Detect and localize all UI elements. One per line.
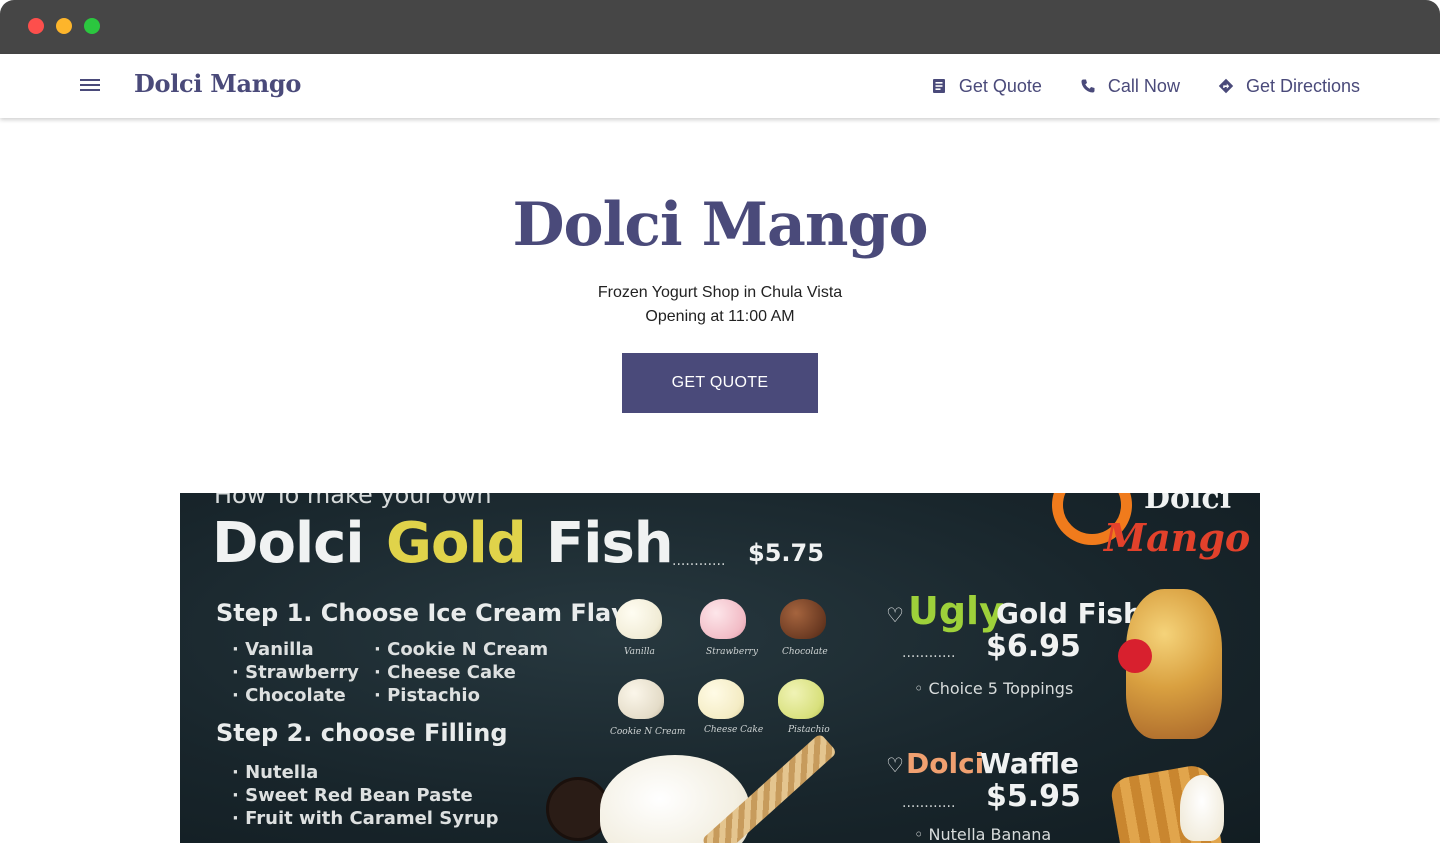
- banner-title-dolci: Dolci: [212, 511, 365, 576]
- phone-icon: [1081, 79, 1095, 93]
- menu-icon[interactable]: [80, 78, 100, 94]
- get-quote-button[interactable]: GET QUOTE: [622, 353, 818, 413]
- banner-dots: ............: [902, 795, 956, 811]
- call-now-label: Call Now: [1107, 75, 1180, 96]
- browser-chrome: [0, 0, 1440, 54]
- vanilla-scoop-image: [616, 599, 662, 639]
- top-navbar: Dolci Mango Get Quote Call Now Get Direc…: [0, 54, 1440, 118]
- banner-title-gold: Gold: [386, 511, 527, 576]
- get-quote-label: Get Quote: [958, 75, 1042, 96]
- minimize-window-dot[interactable]: [56, 18, 72, 34]
- banner-step2: Step 2. choose Filling: [216, 719, 508, 747]
- banner-ugly-rest: Gold Fish: [996, 597, 1143, 630]
- maximize-window-dot[interactable]: [84, 18, 100, 34]
- heart-icon: ♡: [886, 753, 904, 777]
- hero-title: Dolci Mango: [512, 190, 929, 260]
- strawberry-topping-image: [1118, 639, 1152, 673]
- flavor-item: · Pistachio: [374, 685, 480, 706]
- banner-ugly-word: Ugly: [908, 589, 1004, 633]
- brand-link[interactable]: Dolci Mango: [134, 69, 301, 98]
- banner-dots: ............: [672, 553, 726, 569]
- scoop-label: Cheese Cake: [704, 725, 764, 735]
- hero-subtitle: Frozen Yogurt Shop in Chula Vista: [597, 284, 843, 301]
- banner-step1: Step 1. Choose Ice Cream Flavor: [216, 599, 656, 627]
- strawberry-scoop-image: [700, 599, 746, 639]
- get-quote-link[interactable]: Get Quote: [931, 76, 1042, 97]
- cookie-n-cream-scoop-image: [618, 679, 664, 719]
- cheese-cake-scoop-image: [698, 679, 744, 719]
- call-now-link[interactable]: Call Now: [1080, 76, 1180, 97]
- banner-ugly-note: ◦ Choice 5 Toppings: [914, 679, 1074, 698]
- banner-title-fish: Fish: [546, 511, 674, 576]
- scoop-label: Vanilla: [624, 647, 655, 657]
- chocolate-scoop-image: [780, 599, 826, 639]
- logo-text-top: Dolci: [1144, 493, 1232, 516]
- close-window-dot[interactable]: [28, 18, 44, 34]
- flavor-item: · Vanilla: [232, 639, 314, 660]
- get-directions-link[interactable]: Get Directions: [1218, 76, 1360, 97]
- banner-price-waffle: $5.95: [986, 779, 1081, 814]
- banner-waffle-word: Dolci: [906, 747, 985, 780]
- flavor-item: · Strawberry: [232, 662, 359, 683]
- filling-item: · Sweet Red Bean Paste: [232, 785, 473, 806]
- scoop-label: Chocolate: [782, 647, 828, 657]
- banner-howto: How To make your own: [214, 493, 492, 509]
- banner-price-goldfish: $5.75: [748, 539, 824, 567]
- logo-text-bottom: Mango: [1104, 515, 1251, 560]
- hero-hours: Opening at 11:00 AM: [645, 308, 795, 325]
- scoop-label: Strawberry: [706, 647, 758, 657]
- document-icon: [932, 79, 945, 93]
- waffle-ice-cream-image: [1180, 775, 1224, 841]
- flavor-item: · Chocolate: [232, 685, 346, 706]
- directions-icon: [1218, 78, 1234, 94]
- heart-icon: ♡: [886, 603, 904, 627]
- banner-dots: ............: [902, 645, 956, 661]
- scoop-label: Cookie N Cream: [610, 727, 686, 737]
- flavor-item: · Cheese Cake: [374, 662, 516, 683]
- banner-price-ugly: $6.95: [986, 629, 1081, 664]
- filling-item: · Fruit with Caramel Syrup: [232, 808, 499, 829]
- get-directions-label: Get Directions: [1245, 75, 1360, 96]
- filling-item: · Nutella: [232, 762, 319, 783]
- menu-banner-image: How To make your own Dolci Gold Fish ...…: [180, 493, 1260, 843]
- pistachio-scoop-image: [778, 679, 824, 719]
- nav-actions: Get Quote Call Now Get Directions: [931, 54, 1360, 118]
- scoop-label: Pistachio: [788, 725, 830, 735]
- flavor-item: · Cookie N Cream: [374, 639, 549, 660]
- banner-waffle-note: ◦ Nutella Banana: [914, 825, 1052, 843]
- banner-waffle-rest: Waffle: [980, 747, 1080, 780]
